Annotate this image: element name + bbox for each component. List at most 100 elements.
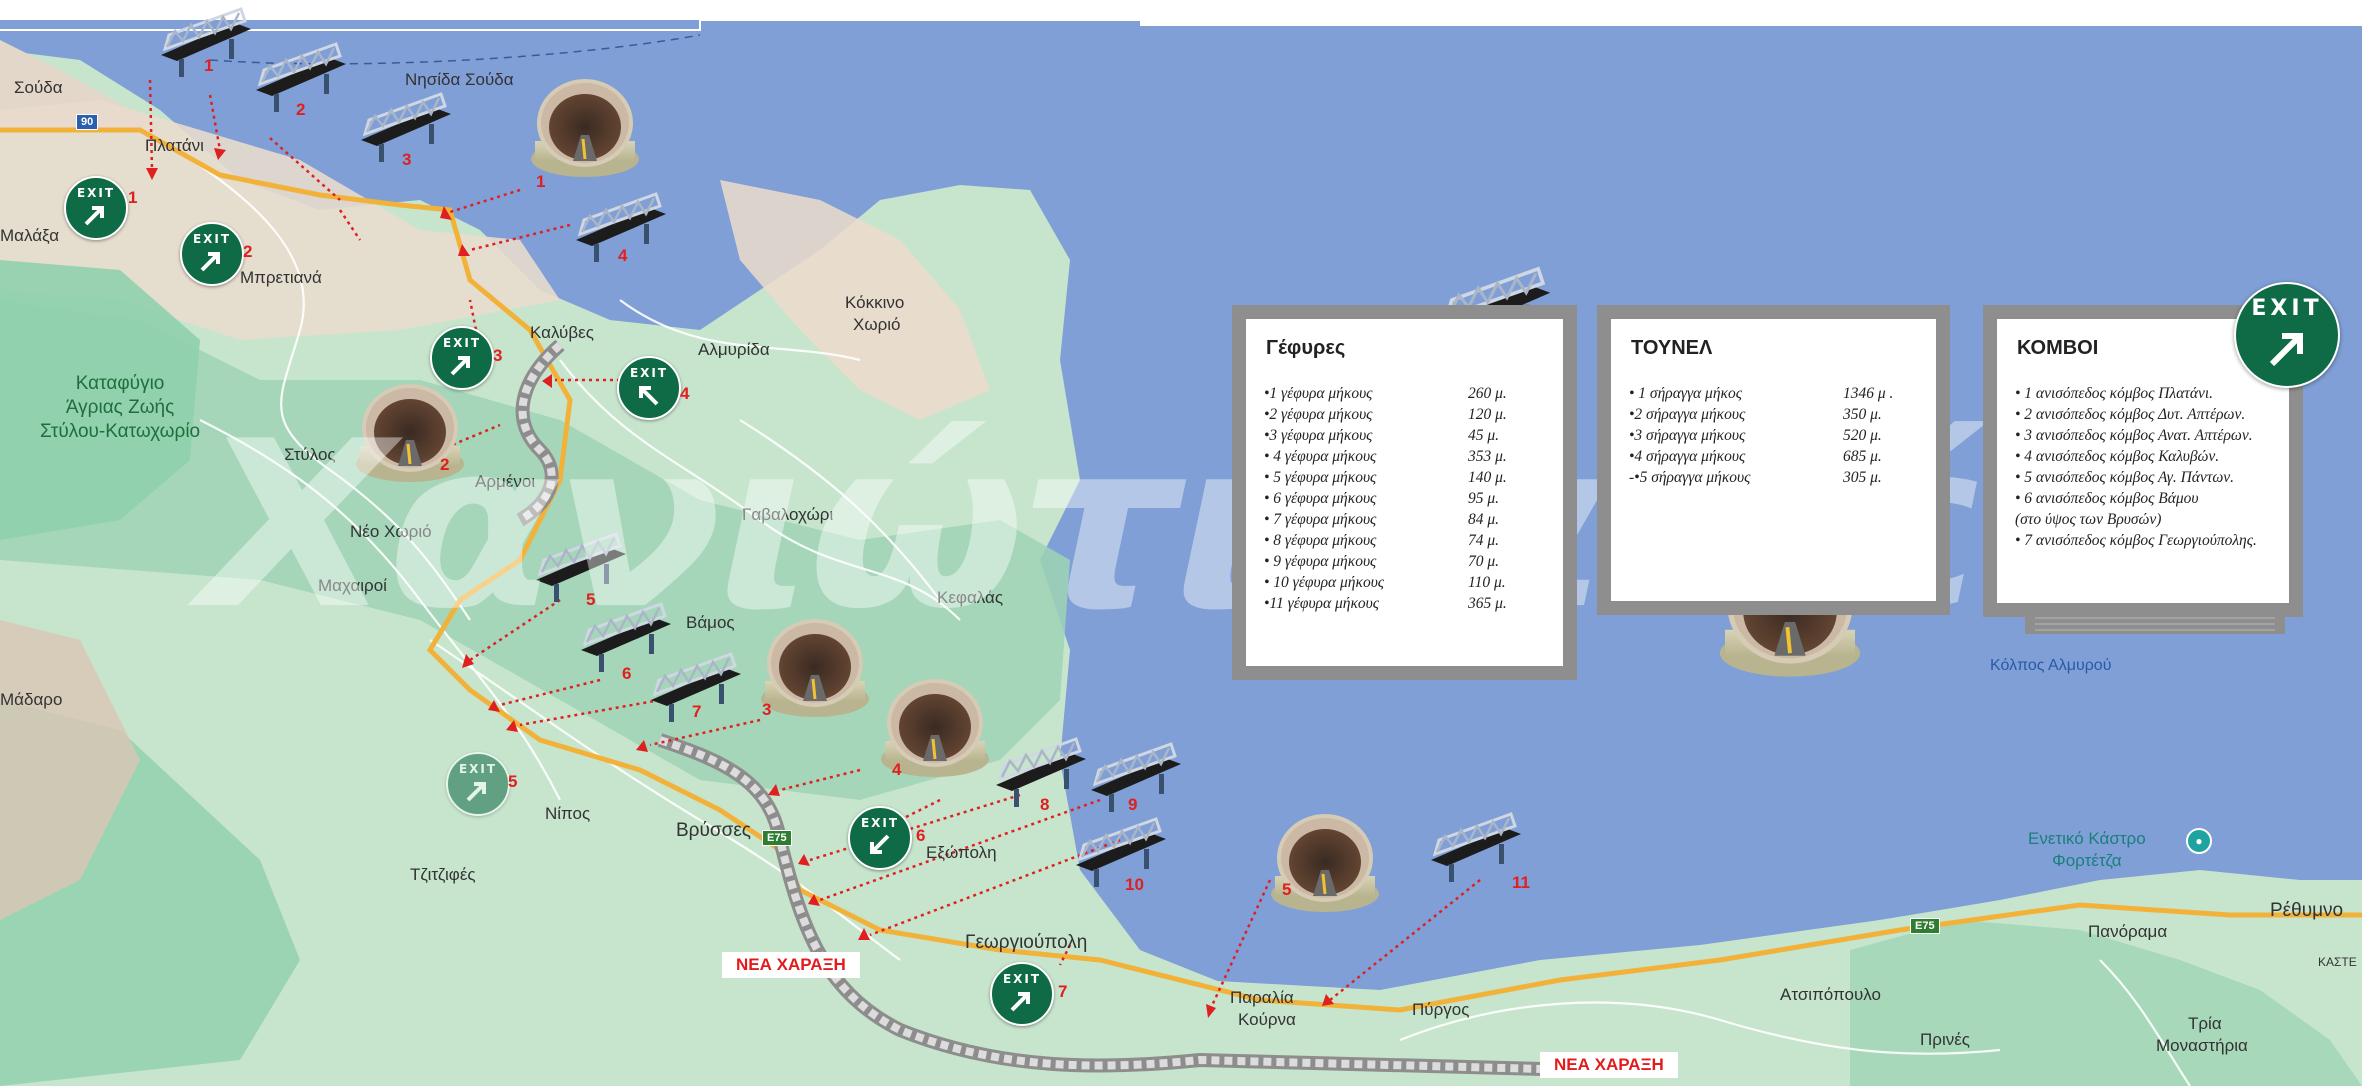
- exit-text: EXIT: [76, 186, 116, 200]
- junctions-panel-title: ΚΟΜΒΟΙ: [2017, 337, 2099, 359]
- place-paralia-1: Παραλία: [1230, 988, 1294, 1007]
- item-label: -•5 σήραγγα μήκους: [1629, 469, 1751, 486]
- new-route-label-1: ΝΕΑ ΧΑΡΑΞΗ: [722, 952, 860, 978]
- item-label: • 7 γέφυρα μήκους: [1264, 511, 1377, 528]
- item-label: • 4 γέφυρα μήκους: [1264, 448, 1377, 465]
- item-label: •3 σήραγγα μήκους: [1629, 427, 1746, 444]
- road-shield-e75-2: E75: [1910, 918, 1940, 934]
- place-exopoli: Εξώπολη: [926, 843, 997, 862]
- place-vrysses: Βρύσσες: [676, 820, 751, 841]
- place-tria-1: Τρία: [2188, 1014, 2222, 1033]
- place-malaxa: Μαλάξα: [0, 226, 60, 245]
- exit-number-7: 7: [1058, 982, 1068, 1001]
- place-tria-2: Μοναστήρια: [2156, 1036, 2248, 1055]
- exit-sign-3: EXIT: [430, 326, 494, 390]
- bridge-number-4: 4: [618, 246, 628, 265]
- item-label: • 8 γέφυρα μήκους: [1264, 532, 1377, 549]
- bridge-number-6: 6: [622, 664, 632, 683]
- list-item: •4 σήραγγα μήκους 685 μ.: [1629, 446, 1882, 467]
- arrow-up-right-icon: [2269, 333, 2303, 367]
- tunnel-number-3: 3: [762, 700, 772, 719]
- item-length: 365 μ.: [1468, 595, 1507, 612]
- item-length: 84 μ.: [1468, 511, 1500, 528]
- arrow-up-right-icon: [1010, 992, 1030, 1012]
- item-label: •2 γέφυρα μήκους: [1264, 406, 1373, 423]
- place-fortezza: Ενετικό Κάστρο Φορτέτζα: [2028, 828, 2146, 872]
- arrow-up-right-icon: [466, 782, 486, 802]
- list-item: • 6 γέφυρα μήκους 95 μ.: [1264, 488, 1499, 509]
- list-item: •2 σήραγγα μήκους 350 μ.: [1629, 404, 1882, 425]
- list-item: •1 γέφυρα μήκους 260 μ.: [1264, 383, 1507, 404]
- item-length: 353 μ.: [1468, 448, 1507, 465]
- place-tzitzifes: Τζιτζιφές: [410, 865, 476, 884]
- exit-number-5: 5: [508, 772, 518, 791]
- road-shield-90: 90: [76, 114, 99, 130]
- exit-text: EXIT: [442, 336, 482, 350]
- list-item: •3 σήραγγα μήκους 520 μ.: [1629, 425, 1882, 446]
- exit-text: EXIT: [192, 232, 232, 246]
- exit-number-6: 6: [916, 826, 926, 845]
- place-madaro: Μάδαρο: [0, 690, 63, 709]
- place-pyrgos: Πύργος: [1412, 1000, 1470, 1019]
- list-item: • 5 ανισόπεδος κόμβος Αγ. Πάντων.: [2015, 469, 2235, 486]
- tunnels-list: • 1 σήραγγα μήκος 1346 μ . •2 σήραγγα μήκο…: [1629, 383, 1893, 488]
- list-item: •11 γέφυρα μήκους 365 μ.: [1264, 593, 1507, 614]
- list-item: • 4 ανισόπεδος κόμβος Καλυβών.: [2015, 448, 2220, 465]
- reserve-line-2: Άγριας Ζωής: [65, 397, 175, 418]
- reserve-line-1: Καταφύγιο: [75, 373, 165, 394]
- item-length: 45 μ.: [1468, 427, 1500, 444]
- panel-exit-sign: EXIT: [2234, 282, 2340, 388]
- exit-text: EXIT: [2251, 296, 2323, 321]
- place-paralia-2: Κούρνα: [1238, 1010, 1296, 1029]
- tunnel-number-5: 5: [1282, 880, 1292, 899]
- item-label: •1 γέφυρα μήκους: [1264, 385, 1373, 402]
- list-item: • 7 γέφυρα μήκους 84 μ.: [1264, 509, 1499, 530]
- item-length: 140 μ.: [1468, 469, 1507, 486]
- tunnels-panel-title: ΤΟΥΝΕΛ: [1631, 337, 1713, 359]
- tunnel-number-4: 4: [892, 760, 902, 779]
- bridge-number-8: 8: [1040, 795, 1050, 814]
- place-kalyves: Καλύβες: [530, 323, 594, 342]
- place-reserve: Καταφύγιο Άγριας Ζωής Στύλου-Κατωχωρίο: [40, 372, 200, 444]
- item-length: 74 μ.: [1468, 532, 1500, 549]
- item-length: 1346 μ .: [1843, 385, 1894, 402]
- list-item: • 1 σήραγγα μήκος 1346 μ .: [1629, 383, 1893, 404]
- item-label: •4 σήραγγα μήκους: [1629, 448, 1746, 465]
- item-length: 520 μ.: [1843, 427, 1882, 444]
- list-item: (στο ύψος των Βρυσών): [2015, 511, 2162, 528]
- list-item: -•5 σήραγγα μήκους 305 μ.: [1629, 467, 1882, 488]
- place-panorama: Πανόραμα: [2088, 922, 2168, 941]
- camera-icon: ●: [2186, 828, 2212, 854]
- item-label: • 9 γέφυρα μήκους: [1264, 553, 1377, 570]
- place-nipos: Νίπος: [545, 804, 591, 823]
- place-souda-island: Νησίδα Σούδα: [405, 70, 514, 89]
- bridges-panel: Γέφυρες •1 γέφυρα μήκους 260 μ. •2 γέφυρα …: [1232, 305, 1577, 680]
- place-platani: Πλατάνι: [145, 136, 204, 155]
- exit-text: EXIT: [1002, 972, 1042, 986]
- place-kolpos: Κόλπος Αλμυρού: [1990, 657, 2112, 674]
- reserve-line-3: Στύλου-Κατωχωρίο: [40, 421, 201, 442]
- arrow-up-right-icon: [84, 206, 104, 226]
- list-item: • 7 ανισόπεδος κόμβος Γεωργιούπολης.: [2015, 532, 2257, 549]
- place-kokkino-2: Χωριό: [853, 315, 901, 334]
- place-almyrida: Αλμυρίδα: [698, 340, 770, 359]
- list-item: •2 γέφυρα μήκους 120 μ.: [1264, 404, 1507, 425]
- list-item: • 6 ανισόπεδος κόμβος Βάμου: [2015, 490, 2199, 507]
- list-item: •3 γέφυρα μήκους 45 μ.: [1264, 425, 1499, 446]
- arrow-down-left-icon: [870, 834, 890, 854]
- item-label: • 6 γέφυρα μήκους: [1264, 490, 1377, 507]
- place-prines: Πρινές: [1920, 1030, 1970, 1049]
- bridge-number-3: 3: [402, 150, 412, 169]
- place-kaste: ΚΑΣΤΕ: [2318, 955, 2357, 969]
- item-label: • 10 γέφυρα μήκους: [1264, 574, 1385, 591]
- place-rethymno: Ρέθυμνο: [2270, 900, 2344, 921]
- exit-sign-2: EXIT: [180, 222, 244, 286]
- new-route-label-2: ΝΕΑ ΧΑΡΑΞΗ: [1540, 1052, 1678, 1078]
- exit-text: EXIT: [860, 816, 900, 830]
- arrow-up-right-icon: [450, 356, 470, 376]
- bridges-panel-title: Γέφυρες: [1266, 337, 1346, 359]
- tunnel-number-1: 1: [536, 172, 546, 191]
- exit-text: EXIT: [629, 366, 669, 380]
- place-souda: Σούδα: [14, 78, 63, 97]
- place-georgioupoli: Γεωργιούπολη: [965, 932, 1088, 953]
